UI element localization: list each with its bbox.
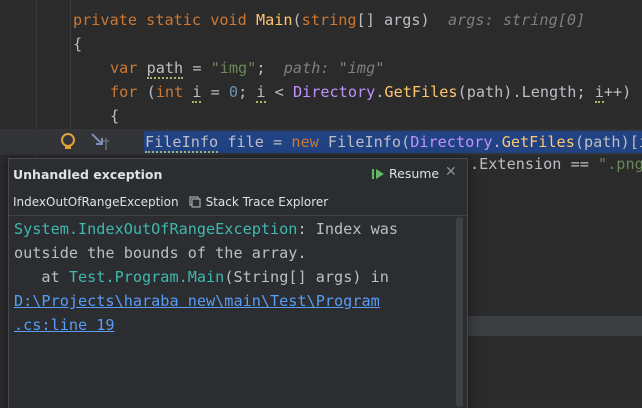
close-icon[interactable]: ✕ xyxy=(445,164,457,180)
ctor-fileinfo: FileInfo xyxy=(327,133,402,151)
extension-compare: .Extension == xyxy=(470,155,599,173)
method-getfiles: GetFiles xyxy=(501,133,575,151)
keyword-void: void xyxy=(210,11,247,29)
number-zero: 0 xyxy=(228,83,239,101)
class-directory: Directory xyxy=(292,83,376,101)
class-directory: Directory xyxy=(410,133,493,151)
increment: ++) xyxy=(603,83,632,101)
args: (path)[i xyxy=(574,133,642,151)
source-link[interactable]: D:\Projects\haraba new\main\Test\Program xyxy=(14,292,380,310)
stack-frame: Test.Program.Main xyxy=(68,268,225,286)
resume-label: Resume xyxy=(389,166,440,181)
string-literal: ".png xyxy=(598,155,642,173)
method-getfiles: GetFiles xyxy=(384,83,458,101)
args: (path).Length; xyxy=(457,83,595,101)
variable-file: file xyxy=(227,133,264,151)
brace: { xyxy=(73,35,83,53)
open-paren: ( xyxy=(137,83,156,101)
stack-at: at xyxy=(14,268,69,286)
source-link-line[interactable]: .cs:line 19 xyxy=(14,316,115,334)
variable-path: path xyxy=(146,59,184,79)
stack-frame-args: (String[] args) in xyxy=(224,268,389,286)
brace: { xyxy=(110,107,120,125)
resume-button[interactable]: Resume xyxy=(371,166,439,181)
params: [] args) xyxy=(356,11,430,29)
indent-guide xyxy=(70,0,71,130)
stack-trace-icon xyxy=(189,196,201,208)
code-line-extension[interactable]: .Extension == ".png xyxy=(470,152,642,176)
code-line-brace[interactable]: { xyxy=(73,32,82,56)
exception-message[interactable]: System.IndexOutOfRangeException: Index w… xyxy=(14,217,398,337)
semicolon: ; xyxy=(238,83,257,101)
paren: ( xyxy=(401,133,411,151)
semicolon: ; xyxy=(256,59,266,77)
scrollbar[interactable] xyxy=(455,217,465,407)
divider xyxy=(9,215,467,216)
variable-i: i xyxy=(594,83,604,103)
scrollbar-thumb[interactable] xyxy=(456,217,463,407)
keyword-new: new xyxy=(291,133,319,151)
gutter-icons xyxy=(58,130,118,154)
dot: . xyxy=(492,133,502,151)
inlay-hint: path: "img" xyxy=(283,59,385,77)
tab-stack-label: Stack Trace Explorer xyxy=(205,195,329,209)
exception-type: System.IndexOutOfRangeException xyxy=(14,220,298,238)
code-line-fileinfo[interactable]: FileInfo file = new FileInfo(Directory.G… xyxy=(145,130,642,154)
assign: = xyxy=(183,59,211,77)
tab-exception[interactable]: IndexOutOfRangeException xyxy=(13,195,179,209)
less-than: < xyxy=(265,83,293,101)
type-string: string xyxy=(301,11,357,29)
method-name: Main xyxy=(255,11,293,29)
resume-icon xyxy=(372,168,384,179)
keyword-static: static xyxy=(146,11,202,29)
variable-i: i xyxy=(256,83,266,103)
unhandled-exception-popup: Unhandled exception Resume ✕ IndexOutOfR… xyxy=(8,158,468,408)
type-fileinfo: FileInfo xyxy=(145,133,219,153)
popup-title: Unhandled exception xyxy=(13,167,163,182)
assign: = xyxy=(263,133,292,151)
exception-text: outside the bounds of the array. xyxy=(14,244,307,262)
code-line-main-signature[interactable]: private static void Main(string[] args) … xyxy=(73,8,585,32)
lightbulb-icon[interactable] xyxy=(58,130,118,154)
keyword-var: var xyxy=(110,59,138,77)
string-literal: "img" xyxy=(210,59,257,77)
keyword-private: private xyxy=(73,11,138,29)
keyword-int: int xyxy=(155,83,184,101)
code-line-brace[interactable]: { xyxy=(110,104,119,128)
paren: ( xyxy=(292,11,302,29)
code-line-for[interactable]: for (int i = 0; i < Directory.GetFiles(p… xyxy=(110,80,631,104)
assign: = xyxy=(201,83,229,101)
debug-panel-strip xyxy=(466,316,642,336)
tab-stack-trace-explorer[interactable]: Stack Trace Explorer xyxy=(189,195,329,209)
exception-text: : Index was xyxy=(297,220,399,238)
popup-tabs: IndexOutOfRangeException Stack Trace Exp… xyxy=(13,195,328,209)
inlay-hint: args: string[0] xyxy=(448,11,586,29)
code-line-var-path[interactable]: var path = "img"; path: "img" xyxy=(110,56,384,80)
keyword-for: for xyxy=(110,83,138,101)
